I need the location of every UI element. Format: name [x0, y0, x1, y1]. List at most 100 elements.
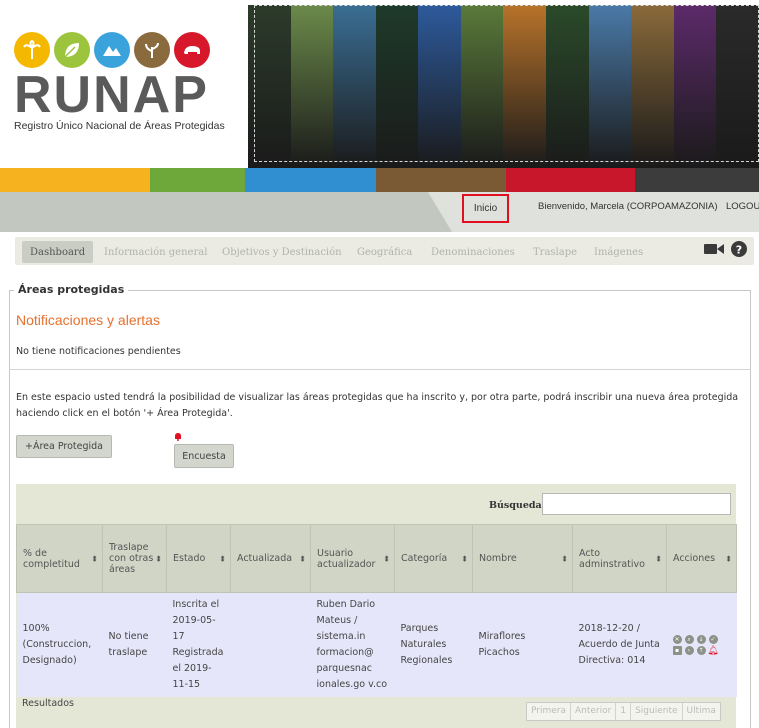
tab-objetivos-destinacion[interactable]: Objetivos y Destinación [222, 241, 342, 263]
animal-icon [174, 32, 210, 68]
download-icon[interactable]: ↓ [696, 635, 706, 644]
col-actualizada[interactable]: Actualizada ⬍ [230, 524, 311, 593]
cell-usuario: Ruben Dario Mateus / sistema.in formacio… [310, 592, 395, 697]
col-estado[interactable]: Estado ⬍ [166, 524, 231, 593]
header: RUNAP Registro Único Nacional de Áreas P… [0, 0, 759, 168]
sort-icon: ⬍ [155, 554, 162, 563]
col-traslape[interactable]: Traslape con otras áreas ⬍ [102, 524, 167, 593]
col-completitud[interactable]: % de completitud ⬍ [16, 524, 103, 593]
cell-completitud: 100% (Construccion, Designado) [16, 592, 103, 697]
delete-icon[interactable]: ✕ [672, 635, 682, 644]
leaf-icon [54, 32, 90, 68]
cell-acciones: ✕ ⌕ ↓ ✓ ▪ › ↑ 🔔︎ [666, 592, 737, 697]
banner-photo [588, 5, 632, 168]
col-label: % de completitud [23, 547, 80, 570]
table-row[interactable]: 100% (Construccion, Designado) No tiene … [16, 592, 737, 697]
survey-button[interactable]: Encuesta [174, 444, 234, 468]
banner-photo [673, 5, 717, 168]
notifications-text: No tiene notificaciones pendientes [16, 346, 181, 357]
sort-icon: ⬍ [383, 554, 390, 563]
cell-actualizada [230, 592, 311, 697]
color-stripe [150, 168, 245, 192]
search-input[interactable] [542, 493, 731, 515]
intro-text: En este espacio usted tendrá la posibili… [16, 392, 739, 419]
tab-denominaciones[interactable]: Denominaciones [431, 241, 515, 263]
logout-link[interactable]: LOGOUT [726, 201, 759, 212]
col-label: Nombre [479, 553, 517, 564]
banner-photo [716, 5, 759, 168]
col-label: Acciones [673, 553, 716, 564]
col-label: Acto adminstrativo [579, 547, 645, 570]
banner-photo [460, 5, 504, 168]
col-acto[interactable]: Acto adminstrativo ⬍ [572, 524, 667, 593]
cell-traslape: No tiene traslape [102, 592, 167, 697]
mountain-icon [94, 32, 130, 68]
banner-photo [418, 5, 461, 168]
cell-categoria: Parques Naturales Regionales [394, 592, 473, 697]
svg-text:?: ? [736, 244, 742, 257]
sort-icon: ⬍ [91, 554, 98, 563]
add-protected-area-button[interactable]: +Área Protegida [16, 435, 112, 458]
col-categoria[interactable]: Categoría ⬍ [394, 524, 473, 593]
image-icon[interactable]: ▪ [672, 646, 682, 655]
header-photo-banner [248, 5, 759, 168]
col-label: Usuario actualizador [317, 547, 376, 570]
video-camera-icon[interactable] [704, 241, 725, 260]
banner-photo [290, 5, 334, 168]
help-icon[interactable]: ? [731, 241, 747, 260]
tab-traslape[interactable]: Traslape [533, 241, 577, 263]
table-header-row: % de completitud ⬍ Traslape con otras áre… [16, 524, 737, 593]
logo-subtitle: Registro Único Nacional de Áreas Protegi… [14, 120, 225, 132]
runap-logo[interactable]: RUNAP Registro Único Nacional de Áreas P… [14, 32, 244, 152]
fieldset-legend: Áreas protegidas [14, 283, 129, 296]
welcome-text: Bienvenido, Marcela (CORPOAMAZONIA) [538, 201, 718, 212]
sort-icon: ⬍ [299, 554, 306, 563]
inicio-link[interactable]: Inicio [462, 194, 509, 223]
pager-last[interactable]: Ultima [683, 703, 720, 720]
actions-group: ✕ ⌕ ↓ ✓ ▪ › ↑ 🔔︎ [672, 635, 731, 655]
divider [9, 369, 751, 370]
color-stripe [0, 168, 150, 192]
color-stripe [506, 168, 635, 192]
sort-icon: ⬍ [725, 554, 732, 563]
sort-icon: ⬍ [219, 554, 226, 563]
col-label: Actualizada [237, 553, 293, 564]
sort-icon: ⬍ [461, 554, 468, 563]
plant-icon [134, 32, 170, 68]
banner-photo [631, 5, 674, 168]
color-stripe [635, 168, 759, 192]
user-bar [0, 192, 759, 232]
tab-informacion-general[interactable]: Información general [104, 241, 207, 263]
cell-acto: 2018-12-20 / Acuerdo de Junta Directiva:… [572, 592, 667, 697]
col-usuario[interactable]: Usuario actualizador ⬍ [310, 524, 395, 593]
search-icon[interactable]: ⌕ [684, 635, 694, 644]
pager-page-1[interactable]: 1 [616, 703, 632, 720]
pager-next[interactable]: Siguiente [631, 703, 683, 720]
pager-previous[interactable]: Anterior [571, 703, 617, 720]
col-label: Estado [173, 553, 206, 564]
col-nombre[interactable]: Nombre ⬍ [472, 524, 573, 593]
color-stripe [376, 168, 506, 192]
banner-photo [333, 5, 376, 168]
bell-icon [174, 432, 182, 441]
tab-imagenes[interactable]: Imágenes [594, 241, 643, 263]
notifications-title: Notificaciones y alertas [16, 312, 160, 328]
check-icon[interactable]: ✓ [708, 635, 718, 644]
tab-dashboard[interactable]: Dashboard [22, 241, 94, 263]
arrow-right-icon[interactable]: › [684, 646, 694, 655]
tab-geografica[interactable]: Geográfica [357, 241, 412, 263]
banner-photo [503, 5, 547, 168]
color-stripe-bar [0, 168, 759, 192]
col-label: Categoría [401, 553, 448, 564]
pager-first[interactable]: Primera [527, 703, 571, 720]
banner-photo [546, 5, 589, 168]
sort-icon: ⬍ [655, 554, 662, 563]
upload-icon[interactable]: ↑ [696, 646, 706, 655]
col-acciones[interactable]: Acciones ⬍ [666, 524, 737, 593]
areas-table: % de completitud ⬍ Traslape con otras áre… [16, 524, 737, 697]
palm-tree-icon [14, 32, 50, 68]
bell-icon[interactable]: 🔔︎ [707, 646, 718, 655]
sort-icon: ⬍ [561, 554, 568, 563]
banner-photo [248, 5, 291, 168]
pagination: Primera Anterior 1 Siguiente Ultima [526, 702, 721, 721]
